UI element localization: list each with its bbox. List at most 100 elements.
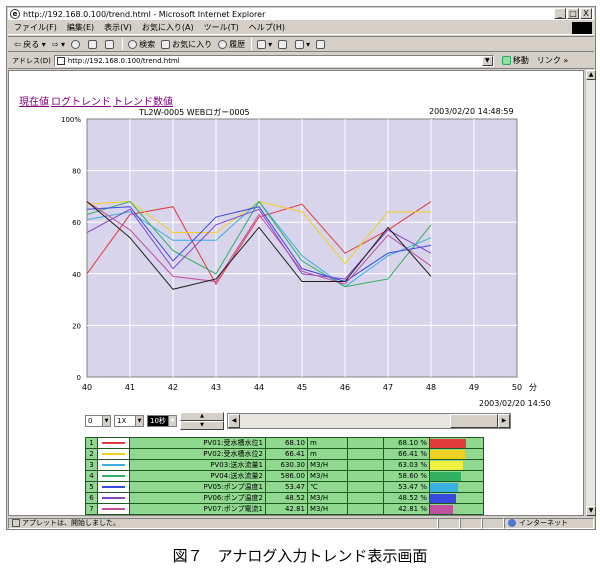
stop-button[interactable] bbox=[71, 39, 82, 49]
scroll-left-button[interactable]: ◀ bbox=[228, 414, 240, 428]
spacer-cell bbox=[347, 503, 384, 515]
scroll-down-button[interactable]: ▼ bbox=[586, 506, 596, 516]
history-icon bbox=[218, 39, 228, 49]
page-icon bbox=[12, 519, 20, 527]
channel-unit: ℃ bbox=[307, 481, 348, 493]
links-button[interactable]: リンク » bbox=[537, 55, 568, 66]
home-button[interactable] bbox=[105, 39, 116, 49]
history-label: 履歴 bbox=[229, 39, 246, 49]
refresh-button[interactable] bbox=[88, 39, 99, 49]
channel-percent: 58.60 % bbox=[383, 470, 430, 482]
vertical-scrollbar[interactable]: ▲ ▼ bbox=[585, 70, 596, 516]
y-tick-label: 20 bbox=[72, 322, 81, 330]
maximize-button[interactable]: □ bbox=[567, 8, 579, 19]
favorites-icon bbox=[161, 39, 171, 49]
level-bar bbox=[429, 492, 484, 504]
mail-button[interactable]: ▾ bbox=[257, 39, 272, 49]
channel-select[interactable]: 0 ▼ bbox=[85, 415, 111, 427]
spacer-cell bbox=[347, 437, 384, 449]
spacer-cell bbox=[347, 459, 384, 471]
discuss-button[interactable] bbox=[316, 39, 327, 49]
forward-button[interactable]: ⇨ ▾ bbox=[52, 40, 65, 49]
channel-percent: 38.76 % bbox=[383, 514, 430, 515]
channel-value: 42.81 bbox=[265, 503, 308, 515]
go-arrow-icon bbox=[501, 56, 511, 65]
line-color-swatch bbox=[97, 503, 130, 515]
status-cell bbox=[460, 517, 482, 529]
x-tick-label: 42 bbox=[168, 383, 178, 392]
spin-up-button[interactable]: ▲ bbox=[180, 412, 224, 421]
swatch-line bbox=[102, 475, 125, 477]
channel-unit: m bbox=[307, 448, 348, 460]
title-bar[interactable]: e http://192.168.0.100/trend.html - Micr… bbox=[8, 8, 594, 20]
menu-view[interactable]: 表示(V) bbox=[104, 22, 132, 33]
channel-name: PV06:ポンプ温度2 bbox=[129, 492, 266, 504]
channel-name: PV08:ポンプ電流2 bbox=[129, 514, 266, 515]
spin-down-button[interactable]: ▼ bbox=[180, 421, 224, 430]
y-tick-label: 60 bbox=[72, 219, 81, 227]
print-button[interactable] bbox=[278, 39, 289, 49]
channel-number: 1 bbox=[85, 437, 98, 449]
channel-percent: 68.10 % bbox=[383, 437, 430, 449]
document-icon bbox=[316, 39, 326, 49]
nav-log-trend-link[interactable]: ログトレンド bbox=[51, 97, 111, 108]
channel-value: 66.41 bbox=[265, 448, 308, 460]
swatch-line bbox=[102, 508, 125, 510]
scroll-right-button[interactable]: ▶ bbox=[498, 414, 510, 428]
channel-value: 68.10 bbox=[265, 437, 308, 449]
edit-button[interactable]: ▾ bbox=[295, 39, 310, 49]
address-dropdown-button[interactable]: ▼ bbox=[481, 55, 493, 66]
channel-value: 53.47 bbox=[265, 481, 308, 493]
menu-file[interactable]: ファイル(F) bbox=[14, 22, 57, 33]
menu-edit[interactable]: 編集(E) bbox=[67, 22, 94, 33]
menu-favorites[interactable]: お気に入り(A) bbox=[142, 22, 194, 33]
channel-value: 630.30 bbox=[265, 459, 308, 471]
forward-arrow-icon: ⇨ bbox=[51, 39, 59, 49]
minimize-button[interactable]: _ bbox=[554, 8, 566, 19]
menu-help[interactable]: ヘルプ(H) bbox=[249, 22, 285, 33]
channel-number: 3 bbox=[85, 459, 98, 471]
level-bar-fill bbox=[430, 482, 459, 492]
close-button[interactable]: X bbox=[580, 8, 592, 19]
y-tick-label: 100% bbox=[61, 116, 81, 124]
level-bar bbox=[429, 437, 484, 449]
level-bar bbox=[429, 459, 484, 471]
history-button[interactable]: 履歴 bbox=[218, 39, 245, 50]
address-input[interactable]: http://192.168.0.100/trend.html ▼ bbox=[53, 54, 494, 67]
table-row: 1 PV01:受水槽水位1 68.10 m 68.10 % bbox=[85, 437, 484, 449]
favorites-button[interactable]: お気に入り bbox=[161, 39, 212, 50]
toolbar-separator bbox=[122, 38, 124, 50]
chevron-down-icon: ▼ bbox=[102, 416, 110, 426]
table-row: 8 PV08:ポンプ電流238.76M3/H 38.76 % bbox=[85, 514, 484, 515]
nav-current-value-link[interactable]: 現在値 bbox=[19, 97, 49, 108]
scale-select[interactable]: 1X ▼ bbox=[114, 415, 144, 427]
x-tick-label: 40 bbox=[82, 383, 92, 392]
x-tick-label: 50 bbox=[512, 383, 522, 392]
back-button[interactable]: ⇦ 戻る ▾ bbox=[14, 39, 46, 50]
scale-select-value: 1X bbox=[117, 417, 127, 425]
search-button[interactable]: 検索 bbox=[128, 39, 155, 50]
table-row: 5 PV05:ポンプ温度1 53.47 ℃ 53.47 % bbox=[85, 481, 484, 493]
print-icon bbox=[278, 39, 288, 49]
scroll-thumb[interactable] bbox=[450, 414, 498, 428]
status-bar: アプレットは、開始しました。 インターネット bbox=[8, 517, 594, 529]
menu-tools[interactable]: ツール(T) bbox=[204, 22, 239, 33]
page-content: 現在値 ログトレンド トレンド数値 TL2W-0005 WEBロガー0005 200… bbox=[8, 70, 584, 516]
time-scrollbar[interactable]: ◀ ▶ bbox=[227, 413, 511, 429]
channel-unit: M3/H bbox=[307, 514, 348, 515]
spacer-cell bbox=[347, 514, 384, 515]
swatch-line bbox=[102, 497, 125, 499]
channel-name: PV02:受水槽水位2 bbox=[129, 448, 266, 460]
x-tick-label: 49 bbox=[469, 383, 479, 392]
swatch-line bbox=[102, 486, 125, 488]
mail-icon bbox=[257, 39, 267, 49]
channel-name: PV01:受水槽水位1 bbox=[129, 437, 266, 449]
line-color-swatch bbox=[97, 459, 130, 471]
swatch-line bbox=[102, 464, 125, 466]
go-button[interactable]: 移動 bbox=[501, 55, 529, 66]
scroll-up-button[interactable]: ▲ bbox=[586, 70, 596, 80]
level-bar bbox=[429, 514, 484, 515]
swatch-line bbox=[102, 442, 125, 444]
interval-select[interactable]: 10秒 ▼ bbox=[147, 415, 177, 427]
level-bar bbox=[429, 470, 484, 482]
